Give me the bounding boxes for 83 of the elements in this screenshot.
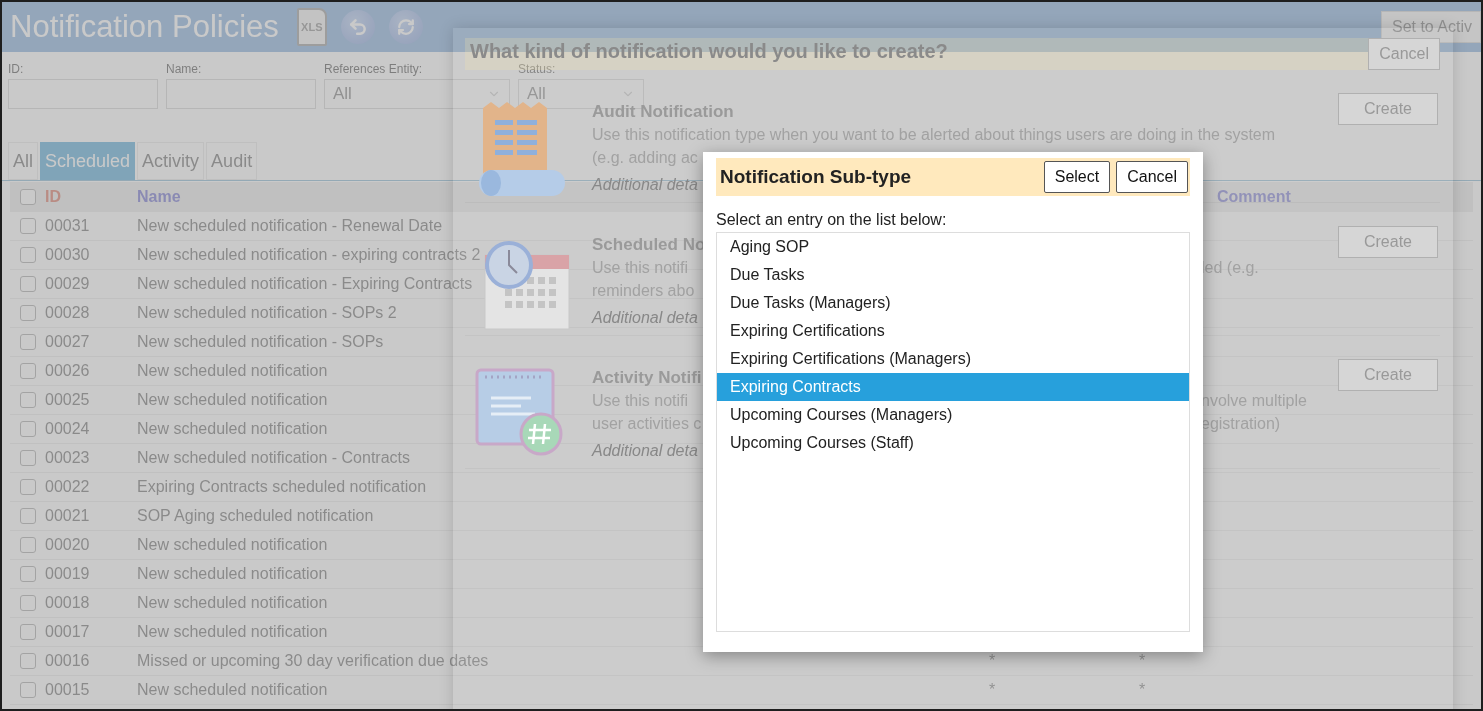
table-cell: New scheduled notification bbox=[137, 420, 328, 438]
table-cell: 00026 bbox=[45, 362, 90, 380]
prompt-text: Select an entry on the list below: bbox=[716, 211, 948, 229]
row-checkbox[interactable] bbox=[20, 305, 36, 321]
table-cell: Expiring Contracts scheduled notification bbox=[137, 478, 427, 496]
row-checkbox[interactable] bbox=[20, 682, 36, 698]
table-cell: 00031 bbox=[45, 217, 90, 235]
table-cell: * bbox=[988, 681, 996, 699]
table-cell: SOP Aging scheduled notification bbox=[137, 507, 374, 525]
create-button[interactable]: Create bbox=[1338, 226, 1438, 258]
filter-dropdown[interactable]: All bbox=[324, 79, 510, 109]
create-button[interactable]: Create bbox=[1338, 359, 1438, 391]
table-cell: New scheduled notification bbox=[137, 536, 328, 554]
table-cell: * bbox=[988, 652, 996, 670]
filter-label: Status: bbox=[518, 62, 556, 77]
table-cell: 00018 bbox=[45, 594, 90, 612]
table-cell: 00028 bbox=[45, 304, 90, 322]
option-details: Additional deta bbox=[592, 309, 698, 327]
select-button[interactable]: Select bbox=[1043, 161, 1111, 193]
option-details: Additional deta bbox=[592, 442, 698, 460]
dialog-title: What kind of notification would you like to create? bbox=[470, 42, 948, 61]
back-button[interactable] bbox=[340, 10, 375, 44]
tab[interactable]: Audit bbox=[206, 142, 258, 180]
tab[interactable]: Activity bbox=[137, 142, 205, 180]
row-checkbox[interactable] bbox=[20, 334, 36, 350]
row-checkbox[interactable] bbox=[20, 421, 36, 437]
table-cell: * bbox=[1138, 652, 1146, 670]
table-cell: 00020 bbox=[45, 536, 90, 554]
row-checkbox[interactable] bbox=[20, 218, 36, 234]
undo-icon bbox=[347, 17, 368, 37]
tab[interactable]: All bbox=[8, 142, 38, 180]
table-cell: New scheduled notification - Renewal Date bbox=[137, 217, 443, 235]
row-checkbox[interactable] bbox=[20, 392, 36, 408]
list-item[interactable]: Expiring Contracts bbox=[717, 373, 1189, 401]
table-cell: New scheduled notification - Contracts bbox=[137, 449, 411, 467]
table-cell: New scheduled notification - expiring contracts 2 bbox=[137, 246, 481, 264]
table-cell: 00021 bbox=[45, 507, 90, 525]
table-cell: 00024 bbox=[45, 420, 90, 438]
row-checkbox[interactable] bbox=[20, 624, 36, 640]
table-cell: New scheduled notification - SOPs 2 bbox=[137, 304, 397, 322]
table-cell: New scheduled notification bbox=[137, 565, 328, 583]
filter-label: Name: bbox=[166, 62, 202, 77]
refresh-icon bbox=[396, 18, 415, 36]
row-checkbox[interactable] bbox=[20, 595, 36, 611]
table-cell: 00030 bbox=[45, 246, 90, 264]
table-cell: 00015 bbox=[45, 681, 90, 699]
table-cell: New scheduled notification bbox=[137, 594, 328, 612]
table-cell: 00022 bbox=[45, 478, 90, 496]
create-button[interactable]: Create bbox=[1338, 93, 1438, 125]
row-checkbox[interactable] bbox=[20, 537, 36, 553]
table-cell: New scheduled notification - SOPs bbox=[137, 333, 384, 351]
select-all-checkbox[interactable] bbox=[20, 189, 36, 205]
dialog-title: Notification Sub-type bbox=[720, 166, 913, 188]
row-checkbox[interactable] bbox=[20, 479, 36, 495]
column-header[interactable]: ID bbox=[45, 188, 61, 206]
cancel-button[interactable]: Cancel bbox=[1116, 161, 1188, 193]
table-cell: * bbox=[1138, 681, 1146, 699]
table-cell: Missed or upcoming 30 day verification due dates bbox=[137, 652, 489, 670]
table-cell: 00016 bbox=[45, 652, 90, 670]
row-checkbox[interactable] bbox=[20, 508, 36, 524]
table-cell: New scheduled notification bbox=[137, 362, 328, 380]
row-checkbox[interactable] bbox=[20, 566, 36, 582]
table-cell: 00029 bbox=[45, 275, 90, 293]
cancel-button[interactable]: Cancel bbox=[1368, 38, 1440, 70]
table-cell: New scheduled notification bbox=[137, 391, 328, 409]
row-checkbox[interactable] bbox=[20, 276, 36, 292]
row-checkbox[interactable] bbox=[20, 247, 36, 263]
filter-label: ID: bbox=[8, 62, 24, 77]
filter-label: References Entity: bbox=[324, 62, 423, 77]
table-cell: 00027 bbox=[45, 333, 90, 351]
table-cell: 00025 bbox=[45, 391, 90, 409]
table-cell: 00019 bbox=[45, 565, 90, 583]
row-checkbox[interactable] bbox=[20, 653, 36, 669]
option-details: Additional deta bbox=[592, 176, 698, 194]
tab[interactable]: Scheduled bbox=[40, 142, 136, 180]
table-cell: New scheduled notification bbox=[137, 681, 328, 699]
row-checkbox[interactable] bbox=[20, 363, 36, 379]
table-cell: New scheduled notification - Expiring Contracts bbox=[137, 275, 473, 293]
table-cell: New scheduled notification bbox=[137, 623, 328, 641]
refresh-button[interactable] bbox=[388, 10, 423, 44]
row-checkbox[interactable] bbox=[20, 450, 36, 466]
table-cell: 00017 bbox=[45, 623, 90, 641]
table-cell: 00023 bbox=[45, 449, 90, 467]
